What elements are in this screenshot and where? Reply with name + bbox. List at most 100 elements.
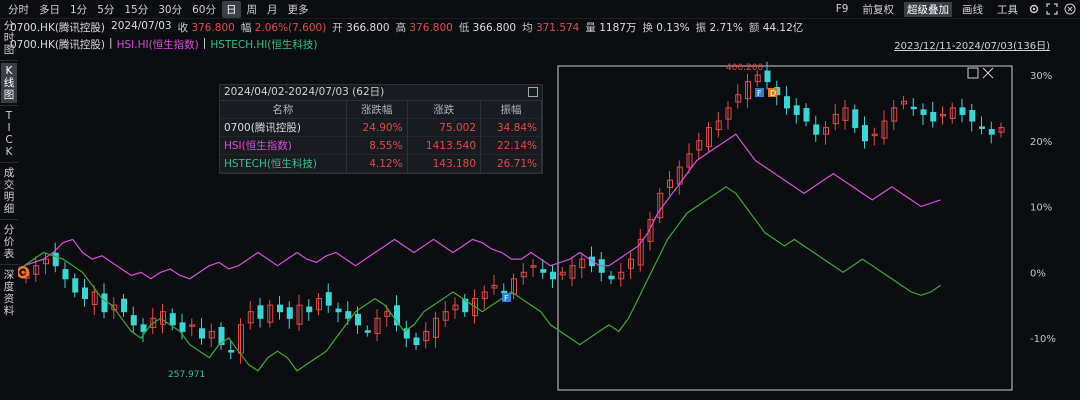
period-tab[interactable]: 15分 <box>120 1 152 18</box>
price-chart[interactable]: 30%20%10%0%-10%400.200257.971F DF <box>18 50 1080 400</box>
maximize-icon[interactable] <box>967 67 979 79</box>
candle-body <box>101 293 108 313</box>
period-tab[interactable]: 30分 <box>154 1 186 18</box>
candle-body <box>355 313 361 326</box>
nav-item-tick[interactable]: TICK <box>1 108 17 160</box>
y-tick-label: 0% <box>1030 268 1046 279</box>
interval-stats-panel: 2024/04/02-2024/07/03 (62日) 名称 涨跌幅 涨跌 振幅 07… <box>219 84 543 174</box>
low-label: 低 <box>458 22 470 34</box>
legend-hstech[interactable]: HSTECH.HI(恒生科技) <box>210 37 317 51</box>
low-value: 366.800 <box>472 22 517 34</box>
candle-body <box>277 304 283 313</box>
stats-cell-amp: 22.14% <box>480 136 542 155</box>
candle-body <box>920 109 927 115</box>
stats-row[interactable]: HSI(恒生指数) 8.55% 1413.540 22.14% <box>220 136 542 155</box>
close-icon[interactable] <box>1064 3 1076 15</box>
candle-body <box>52 252 59 267</box>
period-tab[interactable]: 月 <box>263 1 282 18</box>
fullscreen-icon[interactable] <box>1046 3 1058 15</box>
period-tab[interactable]: 1分 <box>66 1 91 18</box>
stats-header-cell: 名称 <box>220 101 347 119</box>
legend-sep: | <box>109 37 113 49</box>
d-badge-label: D <box>770 89 776 98</box>
turnover-value: 0.13% <box>656 22 690 34</box>
candle-body <box>959 107 966 115</box>
period-tab[interactable]: 日 <box>222 0 241 18</box>
period-tab[interactable]: 更多 <box>284 1 313 18</box>
stats-row[interactable]: 0700(腾讯控股) 24.90% 75.002 34.84% <box>220 118 542 137</box>
nav-divider <box>0 219 18 220</box>
candle-body <box>969 110 976 122</box>
change-label: 幅 <box>240 22 252 34</box>
legend-sep: | <box>202 37 207 49</box>
close-icon[interactable] <box>528 87 538 97</box>
change-value: 2.06%(7.600) <box>254 22 327 34</box>
high-annotation: 400.200 <box>726 63 763 73</box>
candle-body <box>413 337 420 346</box>
fuquan-button[interactable]: 前复权 <box>859 1 899 18</box>
legend-hsi[interactable]: HSI.HI(恒生指数) <box>117 37 199 51</box>
legend-main[interactable]: 0700.HK(腾讯控股) <box>10 37 105 51</box>
period-tab[interactable]: 60分 <box>188 1 220 18</box>
turnover-label: 换 <box>642 22 653 34</box>
nav-item-fenshi[interactable]: 分时图 <box>1 18 17 58</box>
candle-body <box>62 269 69 280</box>
stats-cell-pct: 24.90% <box>346 118 408 137</box>
draw-button[interactable]: 画线 <box>958 1 987 18</box>
candle-body <box>140 324 147 332</box>
candle-body <box>325 292 332 306</box>
tools-button[interactable]: 工具 <box>993 1 1022 18</box>
f9-button[interactable]: F9 <box>832 2 853 16</box>
stats-cell-chg: 143.180 <box>407 154 482 173</box>
candle-body <box>345 311 352 319</box>
stats-title: 2024/04/02-2024/07/03 (62日) <box>220 85 542 101</box>
amount-label: 额 <box>748 22 760 34</box>
toolbar-right: F9 前复权 超级叠加 画线 工具 <box>832 0 1076 18</box>
candle-body <box>335 308 342 313</box>
candle-body <box>228 349 235 353</box>
period-tab[interactable]: 多日 <box>35 1 64 18</box>
stats-header-cell: 涨跌幅 <box>346 101 408 119</box>
overlay-button[interactable]: 超级叠加 <box>904 1 952 17</box>
period-tab[interactable]: 周 <box>243 1 262 18</box>
candle-body <box>72 278 79 293</box>
hstech-line <box>23 186 941 372</box>
candle-body <box>764 70 771 83</box>
quote-infobar: 0700.HK(腾讯控股) 2024/07/03 收 376.800 幅 2.0… <box>10 20 803 34</box>
candle-body <box>550 271 556 280</box>
nav-item-fenjia[interactable]: 分价表 <box>1 222 17 262</box>
nav-item-chengjiao[interactable]: 成交明细 <box>1 165 17 217</box>
candle-body <box>179 322 186 332</box>
candle-body <box>803 108 810 122</box>
stats-header-row: 名称 涨跌幅 涨跌 振幅 <box>220 101 542 119</box>
candle-body <box>540 269 547 273</box>
close-label: 收 <box>177 22 189 34</box>
stats-cell-chg: 1413.540 <box>407 136 482 155</box>
candle-body <box>988 129 995 135</box>
stats-cell-pct: 4.12% <box>346 154 408 173</box>
avg-label: 均 <box>522 22 533 34</box>
period-toolbar: 分时 多日 1分 5分 15分 30分 60分日周月更多 F9 前复权 超级叠加 画线 工具 <box>0 0 1080 19</box>
candle-body <box>910 106 917 110</box>
f-badge-label: F <box>757 89 762 98</box>
period-tabs: 分时 多日 1分 5分 15分 30分 60分日周月更多 <box>0 0 313 18</box>
nav-divider <box>0 162 18 163</box>
period-tab[interactable]: 分时 <box>4 1 33 18</box>
stats-row[interactable]: HSTECH(恒生科技) 4.12% 143.180 26.71% <box>220 154 542 173</box>
candle-body <box>169 313 176 326</box>
candle-body <box>82 287 88 300</box>
nav-item-shendu[interactable]: 深度资料 <box>1 267 17 319</box>
stats-title-text: 2024/04/02-2024/07/03 (62日) <box>224 86 385 98</box>
quote-date: 2024/07/03 <box>111 20 172 32</box>
candle-body <box>501 290 508 294</box>
stats-cell-amp: 34.84% <box>480 118 542 137</box>
f-badge-label: F <box>504 294 509 303</box>
close-icon[interactable] <box>982 67 994 79</box>
period-tab[interactable]: 5分 <box>93 1 118 18</box>
nav-item-kline[interactable]: K线图 <box>1 63 17 103</box>
settings-icon[interactable] <box>1028 3 1040 15</box>
stats-header-cell: 振幅 <box>480 101 542 119</box>
swing-value: 2.71% <box>709 22 743 34</box>
stats-cell-name: HSTECH(恒生科技) <box>220 154 347 173</box>
candle-body <box>199 328 205 339</box>
